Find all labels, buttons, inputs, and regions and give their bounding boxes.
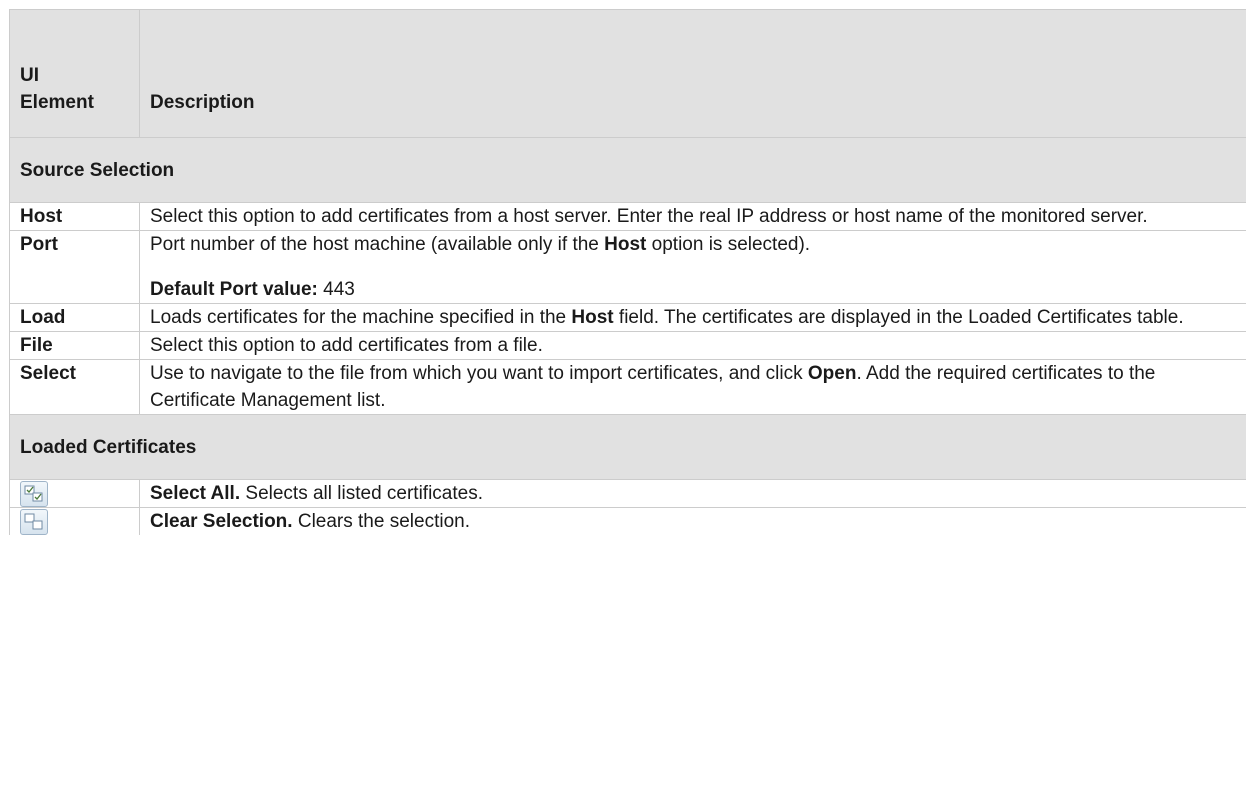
header-description: Description [139,9,1246,138]
ui-element-table: UI Element Description Source Selection H… [9,9,1246,535]
default-port-label: Default Port value: [150,279,318,300]
element-icon-cell [9,479,140,508]
element-description: Select All. Selects all listed certifica… [139,479,1246,508]
section-title: Loaded Certificates [9,414,1246,480]
header-ui-element: UI Element [9,9,140,138]
section-row-source-selection: Source Selection [9,137,1246,203]
clear-selection-icon [20,508,48,535]
element-name: Port [9,230,140,304]
table-row-select: Select Use to navigate to the file from … [9,359,1246,415]
table-row-load: Load Loads certificates for the machine … [9,303,1246,332]
element-description: Select this option to add certificates f… [139,202,1246,231]
select-all-icon [20,480,48,507]
element-name: File [9,331,140,360]
default-port-value: 443 [317,279,355,300]
table-header-row: UI Element Description [9,9,1246,138]
section-title: Source Selection [9,137,1246,203]
element-description: Clear Selection. Clears the selection. [139,507,1246,535]
element-description: Select this option to add certificates f… [139,331,1246,360]
element-name: Select [9,359,140,415]
table-row-host: Host Select this option to add certifica… [9,202,1246,231]
element-name: Host [9,202,140,231]
element-description: Loads certificates for the machine speci… [139,303,1246,332]
table-row-file: File Select this option to add certifica… [9,331,1246,360]
element-description: Use to navigate to the file from which y… [139,359,1246,415]
element-name: Load [9,303,140,332]
table-row-port: Port Port number of the host machine (av… [9,230,1246,304]
element-description: Port number of the host machine (availab… [139,230,1246,304]
table-row-select-all: Select All. Selects all listed certifica… [9,479,1246,508]
section-row-loaded-certificates: Loaded Certificates [9,414,1246,480]
element-icon-cell [9,507,140,535]
table-row-clear-selection: Clear Selection. Clears the selection. [9,507,1246,535]
